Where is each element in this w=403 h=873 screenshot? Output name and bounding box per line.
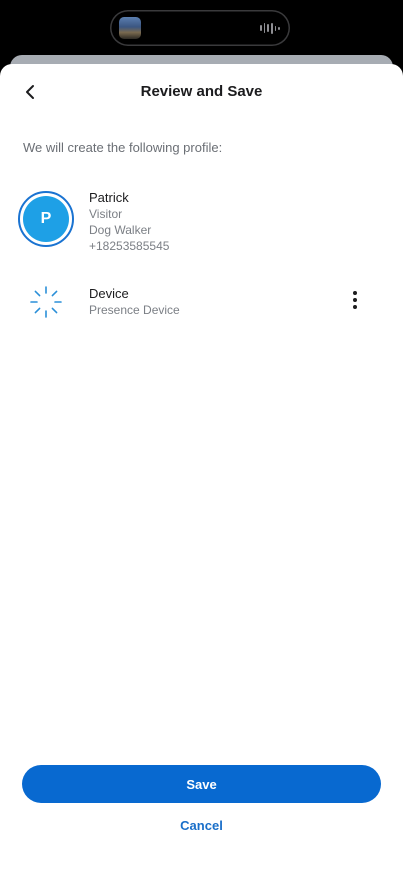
cancel-button[interactable]: Cancel xyxy=(0,818,403,833)
dynamic-island[interactable] xyxy=(110,10,290,46)
review-sheet: Review and Save We will create the follo… xyxy=(0,64,403,873)
profile-phone: +18253585545 xyxy=(89,239,170,253)
device-name: Device xyxy=(89,286,129,301)
more-options-button[interactable] xyxy=(344,288,366,312)
page-title: Review and Save xyxy=(140,83,263,100)
save-button[interactable]: Save xyxy=(22,765,381,803)
device-item: Device Presence Device xyxy=(0,282,403,322)
device-type: Presence Device xyxy=(89,303,180,317)
more-vertical-icon xyxy=(353,291,357,295)
profile-role: Visitor xyxy=(89,207,123,221)
audio-waveform-icon xyxy=(260,22,281,34)
profile-name: Patrick xyxy=(89,190,129,205)
screen: Review and Save We will create the follo… xyxy=(0,0,403,873)
presence-device-icon xyxy=(30,286,62,318)
intro-text: We will create the following profile: xyxy=(23,140,223,155)
avatar-ring: P xyxy=(18,191,74,247)
device-details: Device Presence Device xyxy=(89,286,180,318)
profile-item: P Patrick Visitor Dog Walker +1825358554… xyxy=(0,184,403,254)
avatar: P xyxy=(23,196,69,242)
profile-tag: Dog Walker xyxy=(89,223,152,237)
header: Review and Save xyxy=(0,64,403,118)
now-playing-artwork xyxy=(119,17,141,39)
profile-details: Patrick Visitor Dog Walker +18253585545 xyxy=(89,190,169,254)
